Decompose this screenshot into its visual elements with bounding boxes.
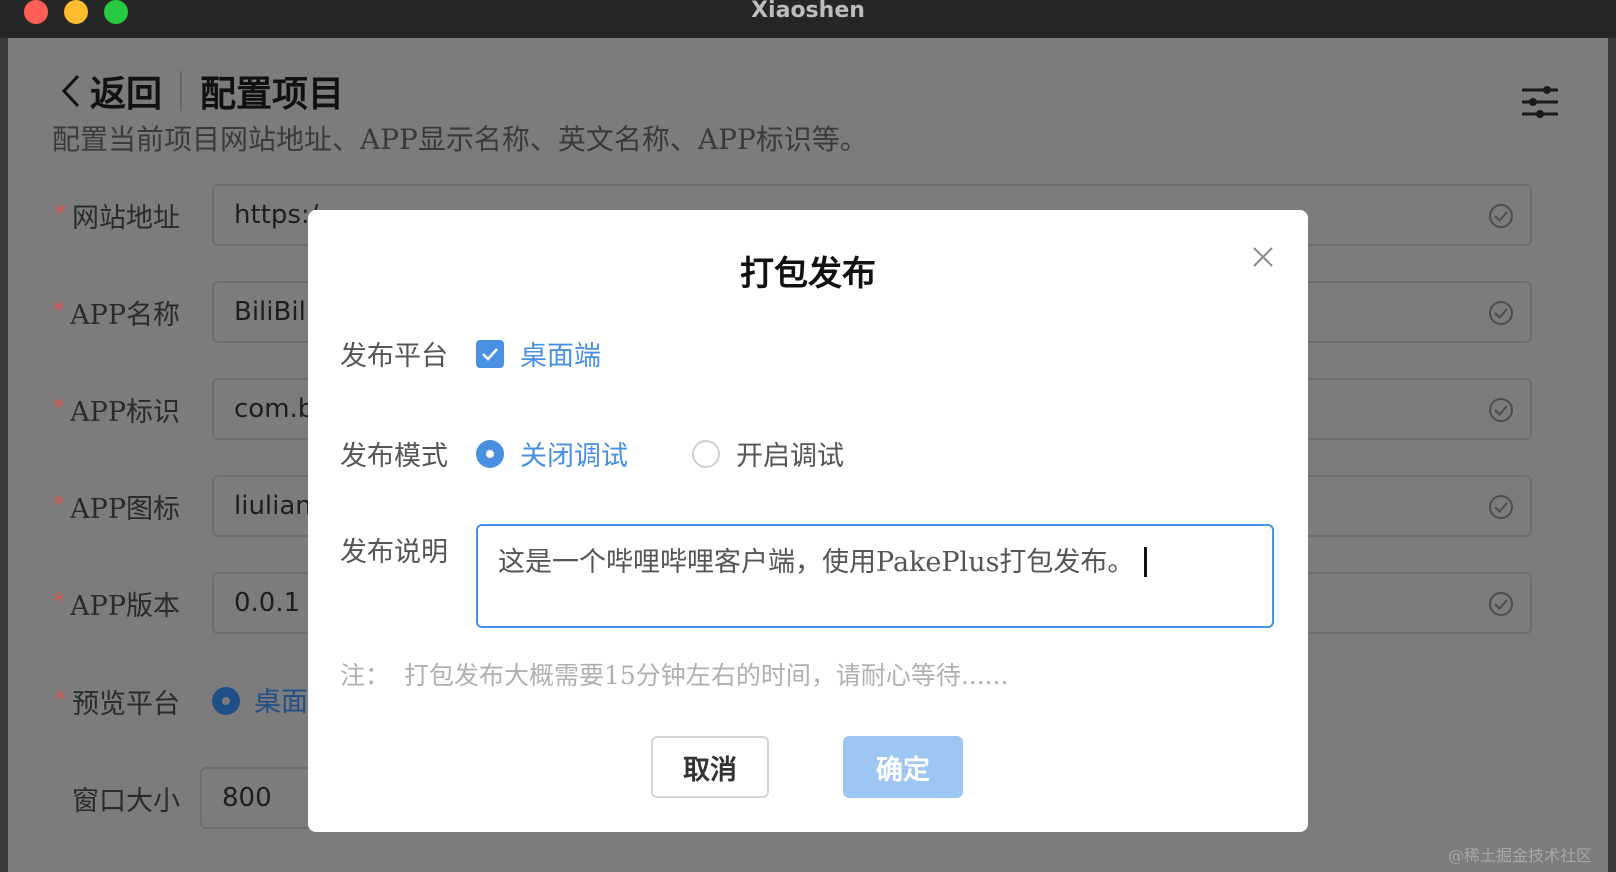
- form-row-app-version: * APP版本 0.0.1: [48, 572, 1532, 634]
- form-row-website: * 网站地址 https:/: [48, 184, 1532, 246]
- left-background-strip: [0, 38, 8, 872]
- watermark: @稀土掘金技术社区: [1448, 846, 1593, 865]
- check-circle-icon: [1489, 398, 1513, 422]
- dialog-title: 打包发布: [740, 254, 876, 294]
- check-circle-icon: [1489, 204, 1513, 228]
- app-id-value: com.b: [234, 394, 315, 424]
- preview-desktop-radio[interactable]: [212, 687, 240, 715]
- preview-platform-label: * 预览平台: [55, 687, 180, 720]
- window-titlebar: Xiaoshen: [0, 0, 1616, 38]
- website-label: * 网站地址: [55, 201, 180, 234]
- cancel-button[interactable]: 取消: [651, 736, 769, 798]
- app-id-label: * APP标识: [53, 395, 180, 428]
- form-row-preview-platform: * 预览平台 桌面: [48, 670, 308, 732]
- check-circle-icon: [1489, 301, 1513, 325]
- note-label: 注：: [340, 661, 391, 690]
- page-description: 配置当前项目网站地址、APP显示名称、英文名称、APP标识等。: [52, 123, 868, 156]
- preview-desktop-label: 桌面: [254, 687, 308, 718]
- platform-label: 发布平台: [340, 341, 448, 372]
- check-icon: [482, 348, 498, 361]
- page-header: 返回 配置项目: [54, 66, 344, 116]
- note-text: 打包发布大概需要15分钟左右的时间，请耐心等待......: [404, 661, 1009, 690]
- desktop-checkbox[interactable]: [476, 340, 504, 368]
- app-version-label: * APP版本: [53, 589, 180, 622]
- sliders-icon[interactable]: [1520, 82, 1560, 122]
- text-caret: [1144, 547, 1148, 577]
- confirm-button[interactable]: 确定: [843, 736, 963, 798]
- header-divider: [180, 71, 183, 111]
- website-value: https:/: [234, 200, 319, 230]
- check-circle-icon: [1489, 495, 1513, 519]
- app-version-value: 0.0.1: [234, 588, 301, 618]
- chevron-left-icon[interactable]: [54, 69, 88, 113]
- window-size-label: 窗口大小: [72, 785, 180, 817]
- close-icon[interactable]: [1248, 242, 1278, 272]
- description-value: 这是一个哔哩哔哩客户端，使用PakePlus打包发布。: [498, 547, 1135, 578]
- form-row-app-id: * APP标识 com.b: [48, 378, 1532, 440]
- desktop-checkbox-label[interactable]: 桌面端: [520, 334, 601, 373]
- app-icon-label: * APP图标: [53, 492, 180, 525]
- app-name-value: BiliBili: [234, 297, 314, 327]
- window-title: Xiaoshen: [751, 0, 865, 23]
- mode-label: 发布模式: [340, 441, 448, 472]
- description-textarea[interactable]: 这是一个哔哩哔哩客户端，使用PakePlus打包发布。: [476, 524, 1274, 628]
- check-circle-icon: [1489, 592, 1513, 616]
- description-label: 发布说明: [340, 537, 448, 568]
- form-row-app-name: * APP名称 BiliBili: [48, 281, 1532, 343]
- page-title: 配置项目: [200, 73, 345, 115]
- publish-dialog: 打包发布 发布平台 桌面端 发布模式 关闭调试 开启调试 发布说明 这是一个哔哩…: [308, 210, 1308, 832]
- debug-on-radio[interactable]: [692, 440, 720, 468]
- debug-on-label[interactable]: 开启调试: [736, 434, 844, 473]
- back-button[interactable]: 返回: [90, 65, 162, 117]
- debug-off-label[interactable]: 关闭调试: [520, 434, 628, 473]
- form-row-app-icon: * APP图标 liulian.: [48, 475, 1532, 537]
- app-name-label: * APP名称: [53, 298, 180, 331]
- form-row-window-size: 窗口大小 800 600: [48, 767, 646, 829]
- right-background-strip: [1608, 38, 1616, 872]
- debug-off-radio[interactable]: [476, 440, 504, 468]
